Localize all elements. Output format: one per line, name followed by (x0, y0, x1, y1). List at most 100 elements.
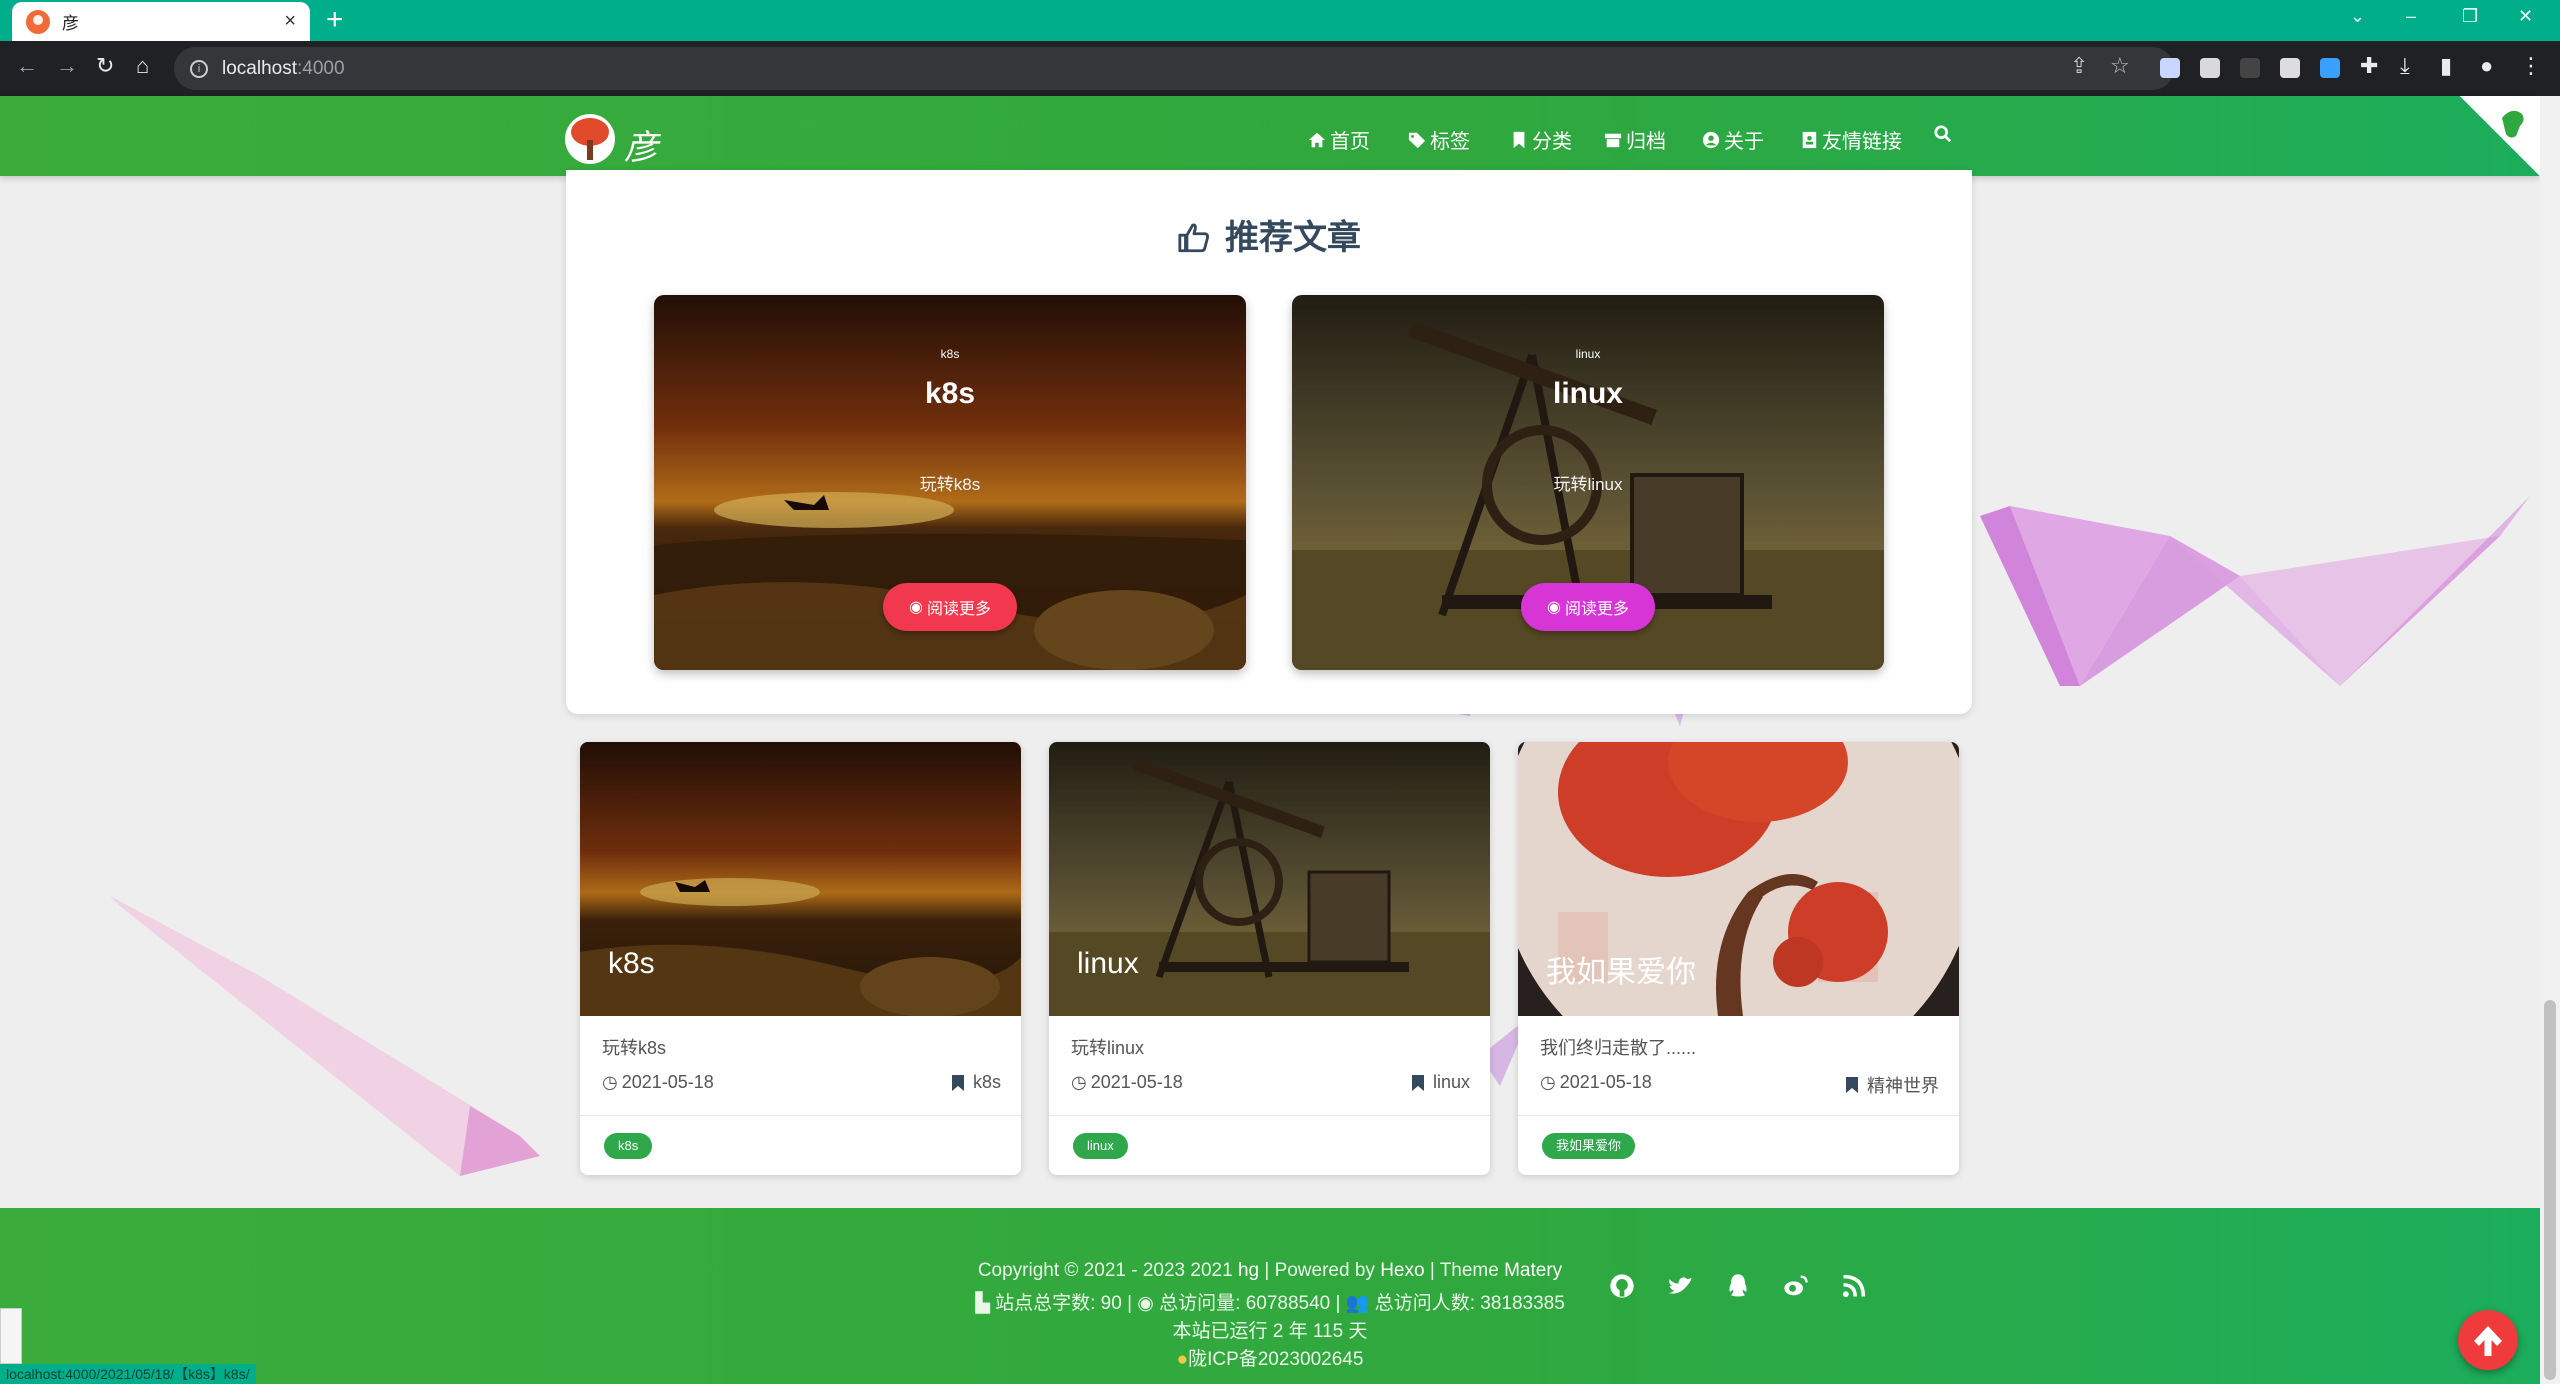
twitter-icon[interactable] (1666, 1272, 1694, 1300)
article-tag[interactable]: 我如果爱你 (1542, 1133, 1636, 1159)
footer-icp[interactable]: ●陇ICP备2023002645 (640, 1344, 1900, 1371)
police-badge-icon: ● (1176, 1349, 1189, 1370)
article-tag[interactable]: k8s (604, 1133, 653, 1159)
window-close-icon[interactable]: ✕ (2518, 6, 2533, 27)
extension-icon[interactable] (2280, 58, 2300, 78)
profile-icon[interactable]: ● (2480, 53, 2493, 79)
extension-icon[interactable] (2200, 58, 2220, 78)
bookmark-star-icon[interactable]: ☆ (2110, 53, 2130, 79)
rss-icon[interactable] (1840, 1272, 1868, 1300)
article-summary: 玩转k8s (602, 1038, 667, 1058)
forward-icon[interactable]: → (56, 53, 78, 79)
new-tab-button[interactable]: + (326, 4, 344, 36)
card-divider (1518, 1115, 1959, 1116)
visitors-value: 38183385 (1480, 1293, 1565, 1314)
recommend-heading: 推荐文章 (566, 210, 1972, 259)
nav-item-about[interactable]: 关于 (1702, 125, 1764, 154)
nav-item-archives[interactable]: 归档 (1604, 125, 1666, 154)
extension-icon[interactable] (2240, 58, 2260, 78)
article-card[interactable]: linux 玩转linux ◷ 2021-05-18 linux linux (1049, 742, 1490, 1175)
address-book-icon (1802, 131, 1817, 148)
github-icon[interactable] (1608, 1272, 1636, 1300)
recommend-panel: 推荐文章 k8s k8s 玩转k8s ◉ 阅读更多 linux linux 玩转… (566, 170, 1972, 714)
recommend-card[interactable]: linux linux 玩转linux ◉ 阅读更多 (1292, 295, 1884, 670)
article-image-title: linux (1077, 947, 1139, 980)
date-text: 2021-05-18 (1559, 1072, 1652, 1092)
bookmark-icon (951, 1074, 964, 1091)
article-date: ◷ 2021-05-18 (602, 1072, 714, 1093)
read-more-button[interactable]: ◉ 阅读更多 (883, 583, 1017, 631)
area-chart-icon: ▙ (975, 1293, 996, 1314)
tab-close-icon[interactable]: × (284, 10, 296, 33)
nav-item-categories[interactable]: 分类 (1510, 125, 1572, 154)
github-corner[interactable] (2460, 96, 2540, 176)
icp-text: 陇ICP备2023002645 (1188, 1349, 1364, 1370)
footer-copyright: Copyright © 2021 - 2023 2021 hg | Powere… (640, 1260, 1900, 1282)
qq-icon[interactable] (1724, 1272, 1752, 1300)
nav-item-tags[interactable]: 标签 (1408, 125, 1470, 154)
home-icon[interactable]: ⌂ (136, 53, 149, 79)
category-text: k8s (972, 1072, 1001, 1092)
menu-kebab-icon[interactable]: ⋮ (2520, 53, 2542, 79)
site-name[interactable]: 彦 (624, 120, 658, 169)
recommend-title: 推荐文章 (1225, 219, 1361, 257)
site-favicon-icon (26, 9, 50, 34)
weibo-icon[interactable] (1782, 1272, 1810, 1300)
github-octocat-icon (2502, 110, 2524, 138)
side-panel-icon[interactable]: ▮ (2440, 53, 2452, 79)
side-drawer-handle[interactable] (0, 1308, 22, 1364)
article-card[interactable]: k8s 玩转k8s ◷ 2021-05-18 k8s k8s (580, 742, 1021, 1175)
download-icon[interactable]: ⤓ (2400, 53, 2410, 79)
hexo-link[interactable]: Hexo (1380, 1260, 1424, 1281)
read-more-label: 阅读更多 (926, 601, 991, 618)
matery-link[interactable]: Matery (1504, 1260, 1562, 1281)
nav-label: 分类 (1532, 131, 1572, 153)
category-text: linux (1432, 1072, 1470, 1092)
author-link[interactable]: hg (1238, 1260, 1259, 1281)
card-divider (1049, 1115, 1490, 1116)
clock-icon: ◷ (1071, 1072, 1087, 1092)
extensions-puzzle-icon[interactable]: ✚ (2360, 53, 2378, 79)
extension-icon[interactable] (2320, 58, 2340, 78)
back-to-top-button[interactable] (2458, 1310, 2518, 1370)
address-bar[interactable]: i localhost:4000 (174, 47, 2174, 90)
reload-icon[interactable]: ↻ (96, 53, 114, 79)
share-icon[interactable]: ⇪ (2070, 53, 2088, 79)
theme-text: | Theme (1424, 1260, 1505, 1281)
article-tag[interactable]: linux (1073, 1133, 1128, 1159)
card-category[interactable]: k8s (654, 377, 1246, 411)
article-image[interactable]: linux (1049, 742, 1490, 1016)
minimize-icon[interactable]: – (2406, 6, 2416, 27)
article-summary: 玩转linux (1071, 1038, 1145, 1058)
browser-tab[interactable]: 彦 × (12, 2, 310, 41)
site-logo[interactable] (565, 114, 615, 164)
article-category[interactable]: linux (1411, 1072, 1470, 1093)
article-category[interactable]: 精神世界 (1845, 1072, 1939, 1098)
article-image[interactable]: k8s (580, 742, 1021, 1016)
article-summary: 我们终归走散了...... (1540, 1038, 1697, 1058)
extension-icon[interactable] (2160, 58, 2180, 78)
recommend-card[interactable]: k8s k8s 玩转k8s ◉ 阅读更多 (654, 295, 1246, 670)
tab-title: 彦 (62, 14, 79, 33)
user-circle-icon (1702, 131, 1720, 148)
article-category[interactable]: k8s (951, 1072, 1001, 1093)
browser-tab-strip (0, 0, 2560, 41)
scrollbar-thumb[interactable] (2544, 1000, 2556, 1380)
article-card[interactable]: 我如果爱你 我们终归走散了...... ◷ 2021-05-18 精神世界 我如果… (1518, 742, 1959, 1175)
card-category[interactable]: linux (1292, 377, 1884, 411)
nav-item-home[interactable]: 首页 (1308, 125, 1370, 154)
article-image-title: k8s (608, 947, 655, 980)
nav-search[interactable] (1934, 125, 1956, 143)
tab-search-icon[interactable]: ⌄ (2350, 6, 2365, 27)
tags-icon (1408, 132, 1426, 148)
clock-icon: ◷ (602, 1072, 618, 1092)
back-icon[interactable]: ← (16, 53, 38, 79)
site-header (0, 96, 2540, 176)
restore-icon[interactable]: ❐ (2462, 6, 2478, 27)
url-host: localhost (222, 57, 297, 79)
site-info-icon[interactable]: i (190, 59, 208, 78)
article-image[interactable]: 我如果爱你 (1518, 742, 1959, 1016)
words-label: 站点总字数: (995, 1293, 1101, 1314)
read-more-button[interactable]: ◉ 阅读更多 (1521, 583, 1655, 631)
nav-item-friends[interactable]: 友情链接 (1800, 125, 1902, 154)
